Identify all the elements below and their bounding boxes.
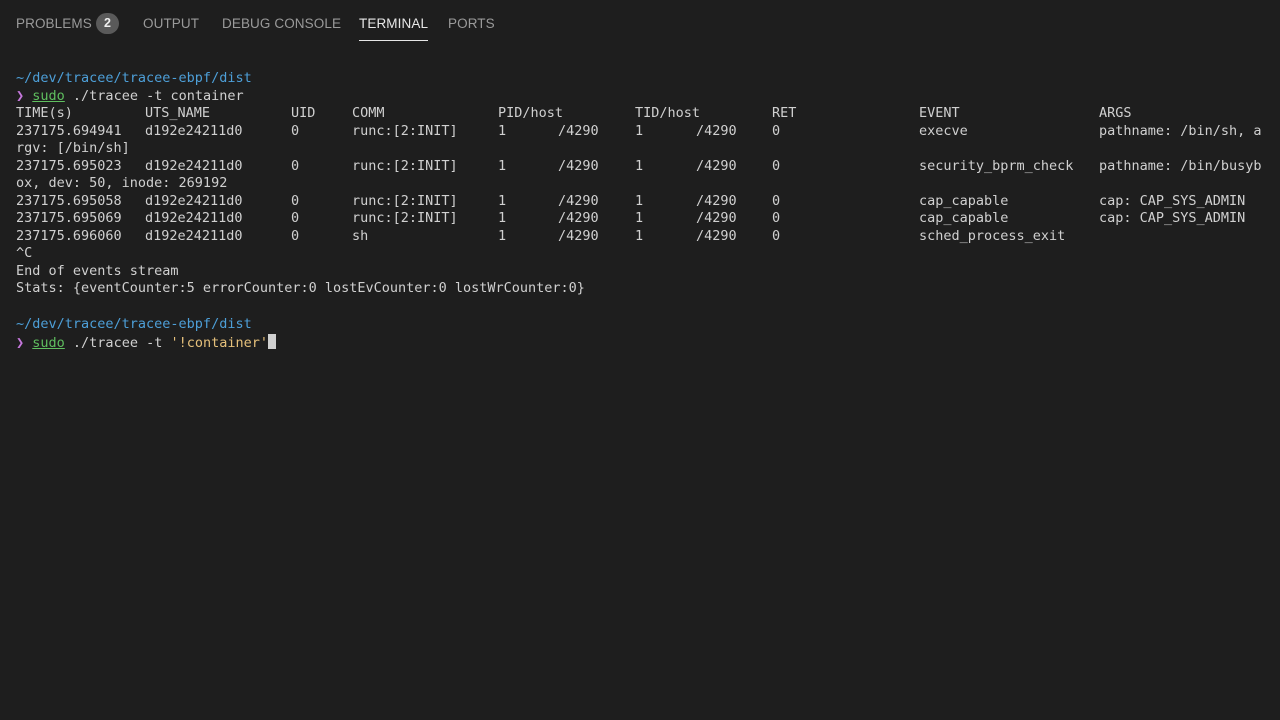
tab-ports[interactable]: PORTS — [448, 16, 495, 34]
row-time: 237175.695023 — [16, 158, 122, 174]
row-pid-host: /4290 — [558, 210, 599, 226]
header-args: ARGS — [1099, 105, 1132, 121]
row-comm: runc:[2:INIT] — [352, 158, 458, 174]
problems-count-badge: 2 — [96, 13, 119, 34]
command-line[interactable]: ❯ sudo ./tracee -t '!container' — [16, 334, 277, 351]
row-comm: runc:[2:INIT] — [352, 193, 458, 209]
text-cursor — [268, 334, 277, 349]
sudo-keyword: sudo — [32, 88, 65, 104]
tab-debug-console[interactable]: DEBUG CONSOLE — [222, 16, 341, 34]
row-tid: 1 — [635, 123, 644, 139]
command-line: ❯ sudo ./tracee -t container — [16, 88, 244, 105]
row-uid: 0 — [291, 193, 300, 209]
quoted-argument: '!container' — [170, 335, 269, 351]
row-ret: 0 — [772, 193, 781, 209]
row-ret: 0 — [772, 158, 781, 174]
prompt-path: ~/dev/tracee/tracee-ebpf/dist — [16, 316, 252, 333]
row-event: cap_capable — [919, 210, 1009, 226]
row-event: execve — [919, 123, 968, 139]
row-pid: 1 — [498, 123, 507, 139]
row-time: 237175.695058 — [16, 193, 122, 209]
header-comm: COMM — [352, 105, 385, 121]
row-uid: 0 — [291, 158, 300, 174]
row-uid: 0 — [291, 210, 300, 226]
row-pid-host: /4290 — [558, 228, 599, 244]
prompt-arrow-icon: ❯ — [16, 88, 25, 104]
row-tid-host: /4290 — [696, 210, 737, 226]
tab-terminal-label: TERMINAL — [359, 16, 429, 31]
row-args: pathname: /bin/sh, a — [1099, 123, 1262, 139]
header-pid-host: PID/host — [498, 105, 564, 121]
row-comm: runc:[2:INIT] — [352, 210, 458, 226]
row-time: 237175.695069 — [16, 210, 122, 226]
row-uts-name: d192e24211d0 — [145, 123, 243, 139]
row-uts-name: d192e24211d0 — [145, 158, 243, 174]
row-tid-host: /4290 — [696, 228, 737, 244]
row-tid: 1 — [635, 193, 644, 209]
row-time: 237175.696060 — [16, 228, 122, 244]
row-event: sched_process_exit — [919, 228, 1066, 244]
row-uts-name: d192e24211d0 — [145, 210, 243, 226]
header-time: TIME(s) — [16, 105, 73, 121]
row-event: cap_capable — [919, 193, 1009, 209]
cwd-path: ~/dev/tracee/tracee-ebpf/dist — [16, 70, 252, 86]
row-pid: 1 — [498, 228, 507, 244]
row-tid: 1 — [635, 158, 644, 174]
row-pid: 1 — [498, 158, 507, 174]
row-event: security_bprm_check — [919, 158, 1074, 174]
row-tid: 1 — [635, 210, 644, 226]
tab-output[interactable]: OUTPUT — [143, 16, 199, 34]
row-args-wrap: rgv: [/bin/sh] — [16, 140, 130, 156]
prompt-path: ~/dev/tracee/tracee-ebpf/dist — [16, 70, 252, 87]
prompt-arrow-icon: ❯ — [16, 335, 25, 351]
row-comm: sh — [352, 228, 369, 244]
sudo-keyword: sudo — [32, 335, 65, 351]
panel-tab-bar: PROBLEMS 2 OUTPUT DEBUG CONSOLE TERMINAL… — [0, 0, 1280, 48]
row-ret: 0 — [772, 210, 781, 226]
row-uts-name: d192e24211d0 — [145, 193, 243, 209]
row-ret: 0 — [772, 123, 781, 139]
row-time: 237175.694941 — [16, 123, 122, 139]
row-tid-host: /4290 — [696, 158, 737, 174]
tab-problems[interactable]: PROBLEMS — [16, 16, 92, 34]
row-pid-host: /4290 — [558, 123, 599, 139]
row-pid-host: /4290 — [558, 158, 599, 174]
command-text: ./tracee -t — [64, 335, 171, 351]
header-uts-name: UTS_NAME — [145, 105, 211, 121]
interrupt-line: ^C — [16, 245, 33, 261]
row-args: pathname: /bin/busyb — [1099, 158, 1262, 174]
row-args: cap: CAP_SYS_ADMIN — [1099, 210, 1246, 226]
active-tab-indicator — [359, 40, 429, 41]
cwd-path: ~/dev/tracee/tracee-ebpf/dist — [16, 316, 252, 332]
header-ret: RET — [772, 105, 797, 121]
row-tid-host: /4290 — [696, 123, 737, 139]
end-of-stream-message: End of events stream — [16, 263, 179, 279]
row-uts-name: d192e24211d0 — [145, 228, 243, 244]
terminal-output[interactable]: ~/dev/tracee/tracee-ebpf/dist ❯ sudo ./t… — [0, 48, 1280, 720]
row-pid: 1 — [498, 193, 507, 209]
row-uid: 0 — [291, 228, 300, 244]
row-pid: 1 — [498, 210, 507, 226]
row-ret: 0 — [772, 228, 781, 244]
row-tid-host: /4290 — [696, 193, 737, 209]
row-tid: 1 — [635, 228, 644, 244]
tab-terminal[interactable]: TERMINAL — [359, 16, 429, 41]
row-uid: 0 — [291, 123, 300, 139]
row-args-wrap: ox, dev: 50, inode: 269192 — [16, 175, 228, 191]
row-pid-host: /4290 — [558, 193, 599, 209]
header-event: EVENT — [919, 105, 960, 121]
command-text: ./tracee -t container — [64, 88, 244, 104]
header-tid-host: TID/host — [635, 105, 701, 121]
header-uid: UID — [291, 105, 316, 121]
stats-line: Stats: {eventCounter:5 errorCounter:0 lo… — [16, 280, 585, 296]
row-comm: runc:[2:INIT] — [352, 123, 458, 139]
row-args: cap: CAP_SYS_ADMIN — [1099, 193, 1246, 209]
